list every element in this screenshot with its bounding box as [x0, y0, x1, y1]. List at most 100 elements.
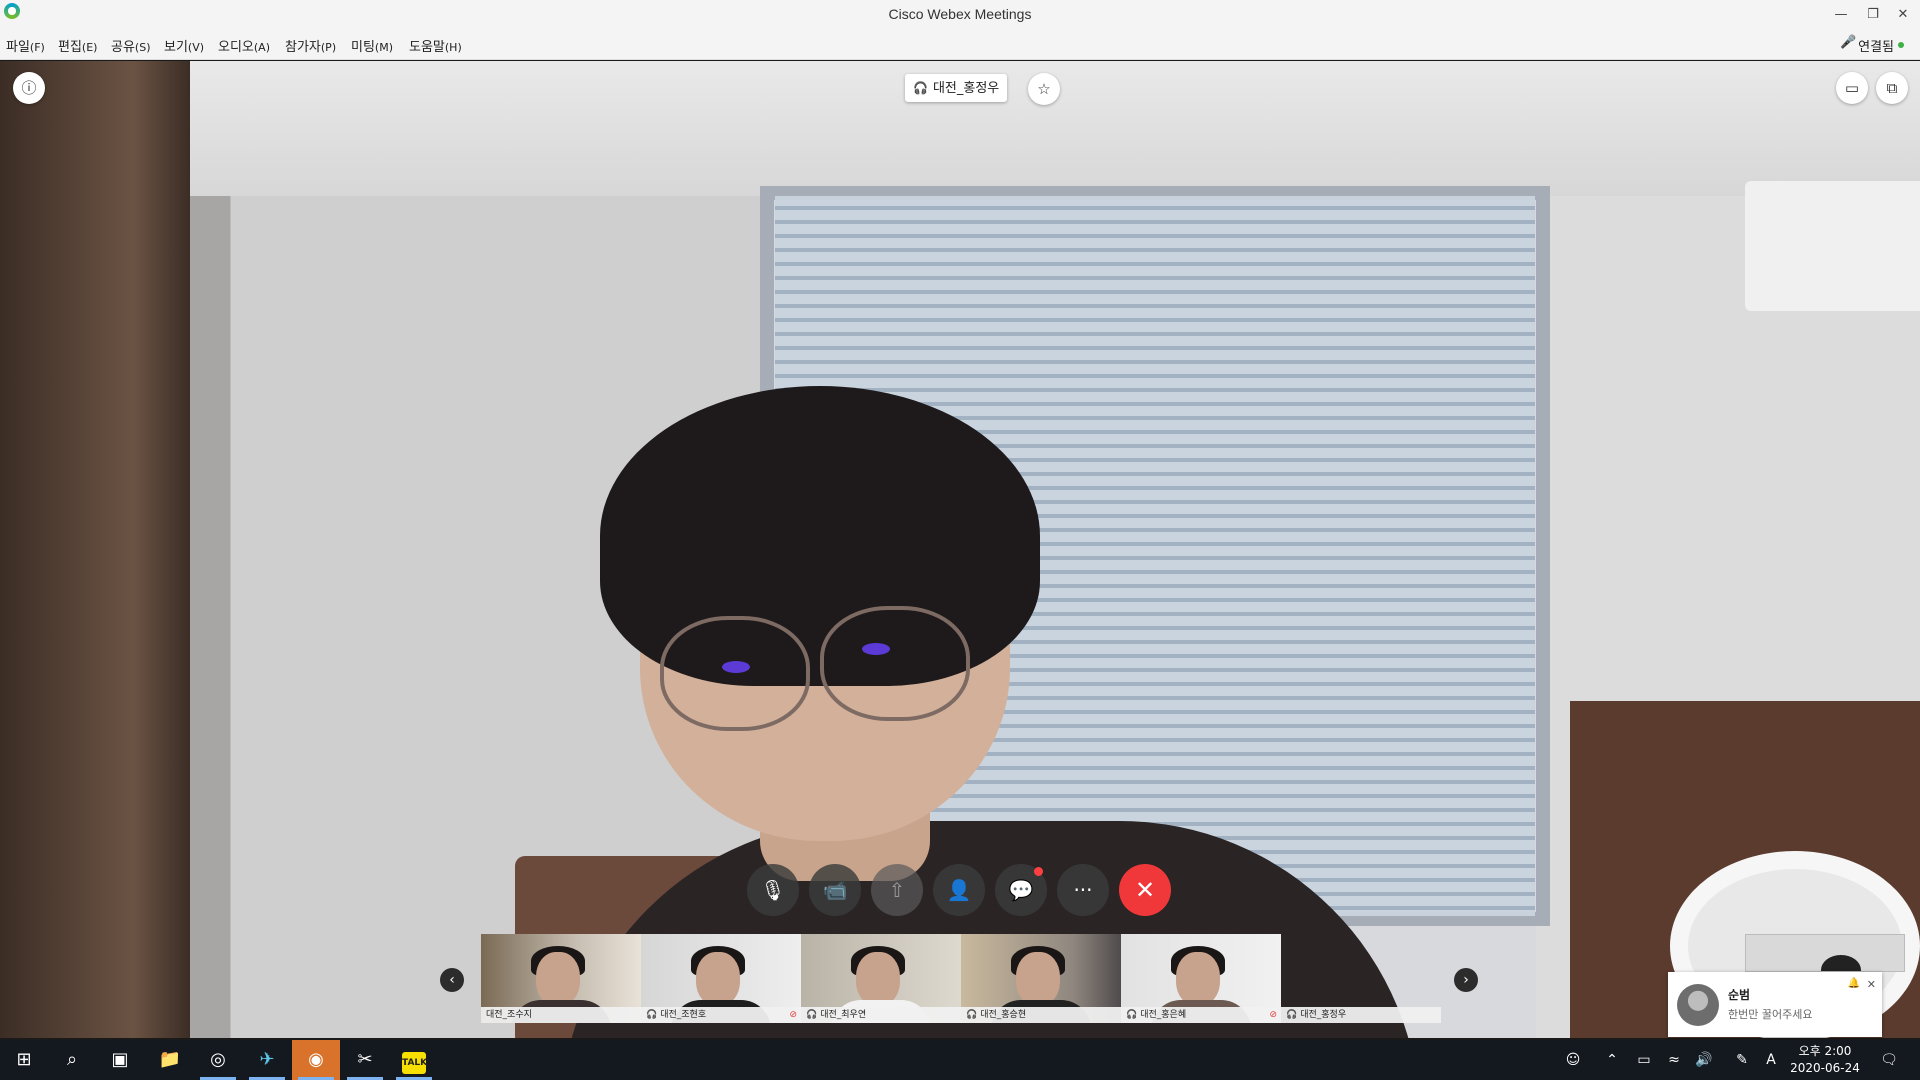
muted-mic-icon: ⊘	[1269, 1010, 1277, 1020]
system-clock[interactable]: 오후 2:00 2020-06-24	[1780, 1043, 1870, 1077]
participant-thumb[interactable]: 🎧 대전_조현호 ⊘	[641, 934, 801, 1023]
video-button[interactable]: 📹	[809, 864, 861, 916]
menu-file[interactable]: 파일(F)	[6, 36, 45, 55]
participant-thumb[interactable]: 🎧 대전_홍정우	[1281, 934, 1441, 1023]
filmstrip-prev-button[interactable]: ‹	[440, 968, 464, 992]
thumb-face	[856, 952, 900, 1006]
headset-icon: 🎧	[806, 1010, 818, 1020]
chat-notification[interactable]: 순범 한번만 꿀어주세요 🔔 ✕	[1668, 972, 1882, 1037]
active-speaker-label: 🎧 대전_홍정우	[905, 74, 1008, 102]
pen-icon[interactable]: ✎	[1730, 1040, 1754, 1080]
chat-bubble-icon: 💬	[1008, 878, 1034, 902]
menu-help-label: 도움말	[409, 40, 445, 55]
meeting-info-icon[interactable]: ⓘ	[13, 72, 45, 104]
self-view[interactable]	[1745, 934, 1905, 972]
participant-thumb[interactable]: 대전_조수지	[481, 934, 641, 1023]
search-icon[interactable]: ⌕	[48, 1040, 96, 1080]
menu-audio[interactable]: 오디오(A)	[218, 36, 270, 55]
microphone-muted-icon: 🎙	[760, 878, 786, 902]
menu-share-label: 공유	[111, 40, 135, 55]
menu-share[interactable]: 공유(S)	[111, 36, 151, 55]
participant-name: 대전_홍은혜	[1140, 1010, 1187, 1020]
kakaotalk-badge: TALK	[402, 1052, 427, 1074]
share-button[interactable]: ⇧	[871, 864, 923, 916]
menu-view-key: (V)	[187, 41, 205, 54]
menu-participants[interactable]: 참가자(P)	[285, 36, 336, 55]
participant-thumb[interactable]: 🎧 대전_홍승현	[961, 934, 1121, 1023]
thumb-face	[696, 952, 740, 1006]
volume-icon[interactable]: 🔊	[1692, 1040, 1716, 1080]
end-meeting-button[interactable]: ✕	[1119, 864, 1171, 916]
participant-name: 대전_홍승현	[980, 1010, 1027, 1020]
participant-thumb[interactable]: 🎧 대전_홍은혜 ⊘	[1121, 934, 1281, 1023]
popout-icon[interactable]: ⧉	[1876, 72, 1908, 104]
kakaotalk-icon[interactable]: TALK	[390, 1040, 438, 1080]
action-center-icon[interactable]: 🗨	[1874, 1040, 1904, 1080]
thumb-face	[1176, 952, 1220, 1006]
notification-close-icon[interactable]: ✕	[1867, 978, 1876, 991]
window-title: Cisco Webex Meetings	[888, 6, 1032, 22]
participant-label: 🎧 대전_조현호 ⊘	[641, 1007, 801, 1023]
notification-message: 한번만 꿀어주세요	[1728, 1008, 1813, 1021]
clock-date: 2020-06-24	[1790, 1061, 1860, 1075]
task-view-icon[interactable]: ▣	[96, 1040, 144, 1080]
wifi-icon[interactable]: ≈	[1662, 1040, 1686, 1080]
headset-icon: 🎧	[913, 81, 928, 95]
participant-name: 대전_홍정우	[1300, 1010, 1347, 1020]
speaker-glasses-right	[820, 606, 970, 721]
file-explorer-icon[interactable]: 📁	[146, 1040, 194, 1080]
menu-view-label: 보기	[164, 40, 188, 55]
tray-chevron-up-icon[interactable]: ⌃	[1600, 1040, 1624, 1080]
avatar	[1677, 984, 1719, 1026]
chrome-icon[interactable]: ◎	[194, 1040, 242, 1080]
self-view-head	[1821, 955, 1861, 971]
battery-icon[interactable]: ▭	[1632, 1040, 1656, 1080]
notification-pin-icon[interactable]: 🔔	[1848, 978, 1860, 989]
participant-thumb[interactable]: 🎧 대전_최우연	[801, 934, 961, 1023]
close-x-icon: ✕	[1134, 876, 1156, 904]
minimize-button[interactable]: —	[1826, 4, 1856, 26]
webex-taskbar-icon[interactable]: ◉	[292, 1040, 340, 1080]
menu-edit-key: (E)	[81, 41, 98, 54]
windows-start-icon[interactable]: ⊞	[0, 1040, 48, 1080]
menu-file-label: 파일	[6, 40, 30, 55]
participant-name: 대전_조수지	[486, 1010, 532, 1020]
participant-name: 대전_최우연	[820, 1010, 867, 1020]
people-icon[interactable]: ☺	[1560, 1040, 1586, 1080]
app-bird-icon[interactable]: ✈	[243, 1040, 291, 1080]
menu-edit[interactable]: 편집(E)	[58, 36, 97, 55]
video-background-shelf	[0, 61, 190, 1038]
chat-unread-dot	[1034, 867, 1043, 876]
connection-dot-icon	[1898, 42, 1904, 48]
close-window-button[interactable]: ✕	[1888, 4, 1918, 26]
menu-meeting[interactable]: 미팅(M)	[351, 36, 393, 55]
speaker-glasses-left	[660, 616, 810, 731]
participant-label: 🎧 대전_홍승현	[961, 1007, 1121, 1023]
headset-icon: 🎧	[966, 1010, 978, 1020]
active-speaker-name: 대전_홍정우	[932, 81, 1000, 96]
connection-mic-icon: 🎤	[1840, 35, 1857, 50]
layout-icon[interactable]: ▭	[1836, 72, 1868, 104]
speaker-hair	[600, 386, 1040, 686]
participants-button[interactable]: 👤	[933, 864, 985, 916]
mute-button[interactable]: 🎙	[747, 864, 799, 916]
muted-mic-icon: ⊘	[789, 1010, 797, 1020]
pin-icon[interactable]: ☆	[1028, 73, 1060, 105]
menu-meeting-key: (M)	[374, 41, 393, 54]
menu-bar: 파일(F) 편집(E) 공유(S) 보기(V) 오디오(A) 참가자(P) 미팅…	[0, 30, 1920, 60]
menu-view[interactable]: 보기(V)	[164, 36, 204, 55]
ime-indicator[interactable]: A	[1760, 1040, 1782, 1080]
filmstrip-next-button[interactable]: ›	[1454, 968, 1478, 992]
thumb-face	[1016, 952, 1060, 1006]
menu-audio-label: 오디오	[218, 40, 254, 55]
more-options-button[interactable]: ···	[1057, 864, 1109, 916]
menu-help[interactable]: 도움말(H)	[409, 36, 462, 55]
snipping-tool-icon[interactable]: ✂	[341, 1040, 389, 1080]
speaker-eye-right	[862, 643, 890, 655]
menu-participants-label: 참가자	[285, 40, 321, 55]
chat-button[interactable]: 💬	[995, 864, 1047, 916]
menu-share-key: (S)	[134, 41, 151, 54]
restore-button[interactable]: ❐	[1858, 4, 1888, 26]
headset-icon: 🎧	[1126, 1010, 1138, 1020]
participant-label: 🎧 대전_최우연	[801, 1007, 961, 1023]
